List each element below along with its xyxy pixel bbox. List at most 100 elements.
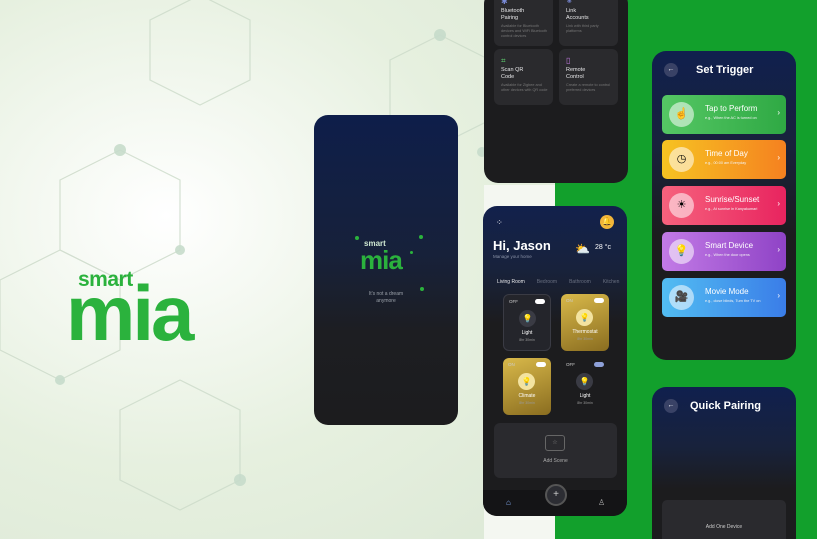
quick-pairing-screen: ← Quick Pairing Add One Device <box>652 387 796 539</box>
chevron-right-icon: › <box>777 153 780 162</box>
splash-tagline: It's not a dream anymore <box>314 291 458 305</box>
bluetooth-icon: ✱ <box>501 0 508 6</box>
device-toggle[interactable] <box>536 362 546 367</box>
splash-mia-text: mia <box>360 245 403 275</box>
trigger-title: Time of Day <box>705 149 748 158</box>
feature-tile-link-accounts[interactable]: ⚭ Link Accounts Link with third party pla… <box>559 0 618 46</box>
tile-title: Link Accounts <box>566 8 589 21</box>
profile-nav-icon[interactable]: ♙ <box>598 498 605 507</box>
back-arrow-icon[interactable]: ← <box>664 399 678 413</box>
trigger-title: Movie Mode <box>705 287 749 296</box>
tile-title: Scan QR Code <box>501 67 524 80</box>
add-scene-icon: ☆ <box>545 435 565 451</box>
tab-bathroom[interactable]: Bathroom <box>569 279 591 285</box>
light-bulb-icon: 💡 <box>519 310 536 327</box>
chevron-right-icon: › <box>777 291 780 300</box>
add-device-button[interactable]: Add One Device <box>662 500 786 539</box>
logo-mia-text: mia <box>66 269 194 357</box>
device-state: ON <box>508 362 515 367</box>
tile-title: Bluetooth Pairing <box>501 8 525 21</box>
device-state: ON <box>566 298 573 303</box>
trigger-smart-device[interactable]: 💡 Smart Device e.g., When the door opens… <box>662 232 786 271</box>
chevron-right-icon: › <box>777 108 780 117</box>
device-card-thermostat[interactable]: ON 💡 Thermostat 8hr 30min <box>561 294 609 351</box>
tagline-line-1: It's not a dream <box>368 291 404 297</box>
tab-kitchen[interactable]: Kitchen <box>603 279 620 285</box>
feature-screen: ✱ Bluetooth Pairing Available for Bluetoo… <box>484 0 628 183</box>
feature-tile-scan-qr[interactable]: ⌗ Scan QR Code Available for Zigbee and o… <box>494 49 553 105</box>
add-device-label: Add One Device <box>705 524 743 530</box>
tile-desc: Available for Bluetooth devices and WiFi… <box>501 24 548 38</box>
device-card-light[interactable]: OFF 💡 Light 8hr 30min <box>503 294 551 351</box>
decor-dot <box>419 235 423 239</box>
trigger-title: Tap to Perform <box>705 104 758 113</box>
tagline-line-2: anymore <box>376 298 396 304</box>
device-card-climate[interactable]: ON 💡 Climate 8hr 30min <box>503 358 551 415</box>
device-toggle[interactable] <box>594 298 604 303</box>
center-action-button[interactable]: + <box>545 484 567 506</box>
chevron-right-icon: › <box>777 199 780 208</box>
grid-menu-icon[interactable]: ⁘ <box>496 218 503 227</box>
set-trigger-screen: ← Set Trigger ☝ Tap to Perform e.g., Whe… <box>652 51 796 360</box>
notification-bell-icon[interactable]: 🔔 <box>600 215 614 229</box>
device-toggle[interactable] <box>594 362 604 367</box>
greeting-subtitle: Manage your home <box>493 254 532 259</box>
trigger-desc: e.g., close blinds, Turn the TV on <box>705 299 761 303</box>
home-screen: ⁘ 🔔 Hi, Jason Manage your home ⛅ 28 °c L… <box>483 206 627 516</box>
trigger-desc: e.g., When the door opens <box>705 253 750 257</box>
device-toggle[interactable] <box>535 299 545 304</box>
decor-dot <box>355 236 359 240</box>
trigger-title: Sunrise/Sunset <box>705 195 760 204</box>
light-bulb-icon: 💡 <box>576 309 593 326</box>
device-runtime: 8hr 30min <box>577 337 593 341</box>
link-icon: ⚭ <box>566 0 573 6</box>
feature-tile-remote-control[interactable]: ▯ Remote Control Create a remote to contr… <box>559 49 618 105</box>
home-nav-icon[interactable]: ⌂ <box>506 498 511 507</box>
light-bulb-icon: 💡 <box>518 373 535 390</box>
trigger-desc: e.g., When the AC is turned on <box>705 116 757 120</box>
tab-living-room[interactable]: Living Room <box>497 279 525 285</box>
qr-scan-icon: ⌗ <box>501 56 506 65</box>
trigger-desc: e.g., At sunrise in Kanyakumari <box>705 207 758 211</box>
device-state: OFF <box>509 299 518 304</box>
splash-screen: smart mia It's not a dream anymore <box>314 115 458 425</box>
greeting: Hi, Jason <box>493 238 551 253</box>
room-tabs: Living Room Bedroom Bathroom Kitchen <box>497 279 619 285</box>
trigger-sunrise-sunset[interactable]: ☀ Sunrise/Sunset e.g., At sunrise in Kan… <box>662 186 786 225</box>
tab-bedroom[interactable]: Bedroom <box>537 279 557 285</box>
trigger-title: Smart Device <box>705 241 754 250</box>
tap-icon: ☝ <box>669 102 694 127</box>
back-arrow-icon[interactable]: ← <box>664 63 678 77</box>
device-name: Light <box>579 393 591 399</box>
remote-icon: ▯ <box>566 56 571 65</box>
chevron-right-icon: › <box>777 245 780 254</box>
device-runtime: 8hr 30min <box>577 401 593 405</box>
decor-dot <box>410 251 413 254</box>
tile-title: Remote Control <box>566 67 586 80</box>
device-runtime: 8hr 30min <box>519 401 535 405</box>
device-runtime: 8hr 30min <box>519 338 535 342</box>
add-scene-button[interactable]: ☆ Add Scene <box>494 423 617 478</box>
smart-bulb-icon: 💡 <box>669 239 694 264</box>
trigger-desc: e.g., 00:00 am Everyday <box>705 161 747 165</box>
device-name: Thermostat <box>572 329 598 335</box>
light-bulb-icon: 💡 <box>576 373 593 390</box>
device-name: Light <box>521 330 533 336</box>
feature-tile-bluetooth[interactable]: ✱ Bluetooth Pairing Available for Bluetoo… <box>494 0 553 46</box>
tile-desc: Available for Zigbee and other devices w… <box>501 83 548 92</box>
trigger-time-of-day[interactable]: ◷ Time of Day e.g., 00:00 am Everyday › <box>662 140 786 179</box>
device-card-light[interactable]: OFF 💡 Light 8hr 30min <box>561 358 609 415</box>
device-name: Climate <box>518 393 536 399</box>
trigger-movie-mode[interactable]: 🎥 Movie Mode e.g., close blinds, Turn th… <box>662 278 786 317</box>
trigger-tap-to-perform[interactable]: ☝ Tap to Perform e.g., When the AC is tu… <box>662 95 786 134</box>
add-scene-label: Add Scene <box>543 458 568 464</box>
bottom-nav: ⌂ + ♙ <box>483 484 627 516</box>
camera-icon: 🎥 <box>669 285 694 310</box>
tile-desc: Link with third party platforms <box>566 24 599 33</box>
device-state: OFF <box>566 362 575 367</box>
temperature-readout: 28 °c <box>595 244 612 251</box>
weather-cloud-icon: ⛅ <box>575 242 590 256</box>
page-title: Quick Pairing <box>690 400 761 412</box>
clock-icon: ◷ <box>669 147 694 172</box>
smart-mia-logo: smart mia <box>66 262 246 362</box>
